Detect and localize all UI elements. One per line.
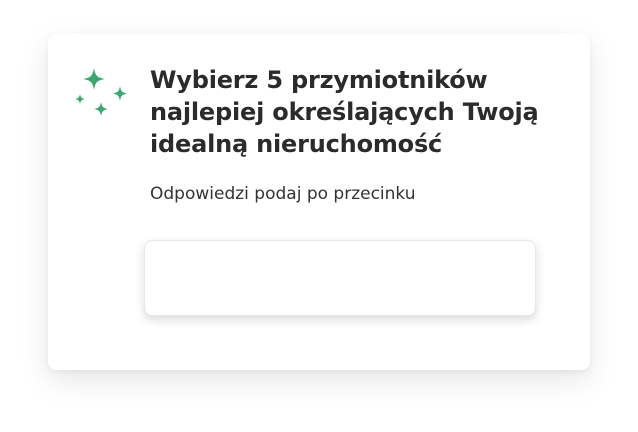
question-title: Wybierz 5 przymiotników najlepiej określ…	[150, 66, 539, 158]
question-hint: Odpowiedzi podaj po przecinku	[150, 184, 416, 204]
sparkles-icon	[75, 68, 128, 116]
answer-input[interactable]	[144, 240, 536, 316]
